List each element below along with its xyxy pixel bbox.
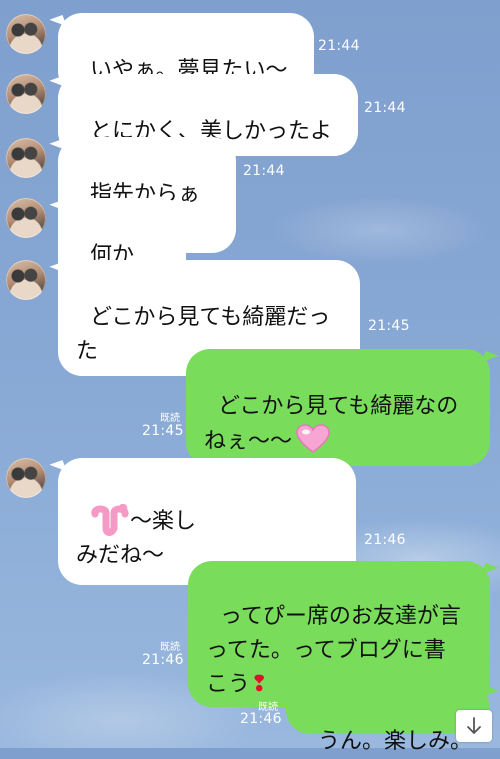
message-bubble-outgoing[interactable]: どこから見ても綺麗なの ねぇ〜〜: [186, 349, 490, 466]
message-time: 21:45: [142, 423, 184, 439]
message-time: 21:44: [318, 38, 360, 54]
avatar[interactable]: [6, 74, 46, 114]
exclamation-icon: ❢: [250, 672, 269, 697]
pi-sticker: [91, 504, 129, 536]
message-time: 21:45: [194, 225, 236, 241]
message-time: 21:46: [142, 652, 184, 668]
message-time: 21:45: [368, 318, 410, 334]
message-text: どこから見ても綺麗なの ねぇ〜〜: [204, 394, 459, 454]
read-receipt: 既読: [160, 413, 180, 424]
message-time: 21:44: [364, 100, 406, 116]
scroll-to-bottom-button[interactable]: [456, 710, 492, 742]
message-text: うん。楽しみ。: [318, 729, 473, 754]
message-time: 21:44: [243, 163, 285, 179]
read-receipt: 既読: [160, 642, 180, 653]
arrow-down-icon: [467, 717, 481, 734]
avatar[interactable]: [6, 458, 46, 498]
avatar[interactable]: [6, 198, 46, 238]
avatar[interactable]: [6, 14, 46, 54]
avatar[interactable]: [6, 260, 46, 300]
heart-icon: [296, 424, 330, 453]
message-time: 21:46: [364, 532, 406, 548]
message-time: 21:46: [240, 711, 282, 727]
avatar[interactable]: [6, 138, 46, 178]
